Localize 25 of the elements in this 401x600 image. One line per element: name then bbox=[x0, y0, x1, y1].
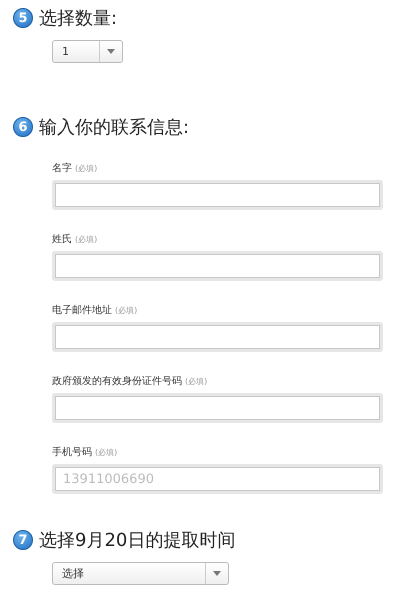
step-title: 输入你的联系信息: bbox=[39, 116, 190, 139]
text-field[interactable]: 13911006690 bbox=[52, 464, 383, 494]
required-note: (必填) bbox=[75, 235, 98, 244]
text-field[interactable] bbox=[52, 251, 383, 281]
text-field[interactable] bbox=[52, 322, 383, 352]
caret-icon bbox=[107, 49, 115, 54]
field-label: 政府颁发的有效身份证件号码 bbox=[52, 376, 182, 387]
step-number-badge: 5 bbox=[13, 8, 33, 28]
dropdown-select[interactable]: 1 bbox=[52, 40, 123, 63]
field-label: 姓氏 bbox=[52, 234, 72, 245]
step-title: 选择9月20日的提取时间 bbox=[39, 529, 236, 552]
step-number-badge: 7 bbox=[13, 530, 33, 550]
required-note: (必填) bbox=[185, 377, 208, 386]
step-title: 选择数量: bbox=[39, 7, 118, 30]
field-label: 名字 bbox=[52, 163, 72, 174]
required-note: (必填) bbox=[95, 448, 118, 457]
field-label: 手机号码 bbox=[52, 447, 92, 458]
text-field[interactable] bbox=[52, 393, 383, 423]
dropdown-select[interactable]: 选择 bbox=[52, 562, 229, 585]
text-field[interactable] bbox=[52, 180, 383, 210]
required-note: (必填) bbox=[115, 306, 138, 315]
required-note: (必填) bbox=[75, 164, 98, 173]
caret-icon bbox=[213, 571, 221, 576]
step-number-badge: 6 bbox=[13, 117, 33, 137]
field-label: 电子邮件地址 bbox=[52, 305, 112, 316]
